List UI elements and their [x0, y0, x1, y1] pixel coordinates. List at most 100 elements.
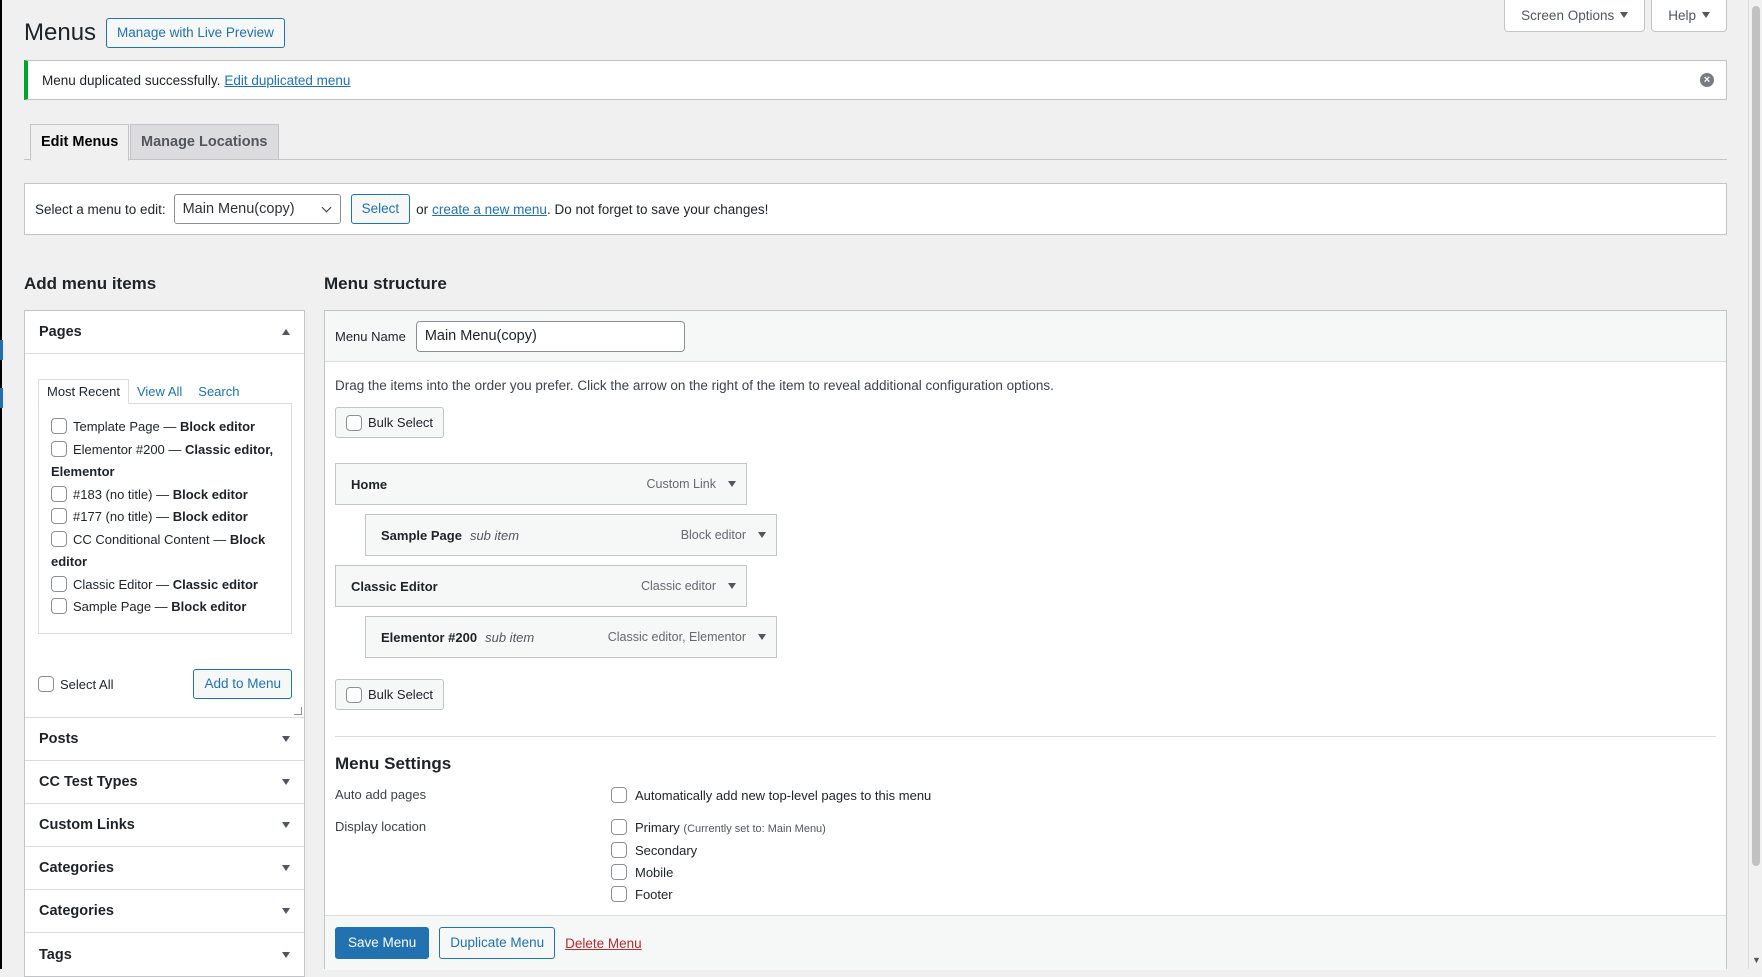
help-button[interactable]: Help: [1651, 0, 1727, 32]
menu-item-title: Classic Editor: [351, 578, 438, 594]
select-menu-button[interactable]: Select: [350, 194, 411, 224]
location-primary-checkbox[interactable]: Primary (Currently set to: Main Menu): [611, 819, 826, 835]
location-name: Secondary: [635, 843, 698, 858]
menu-item-sample-page[interactable]: Sample Page sub item Block editor: [365, 514, 777, 556]
expand-arrow-icon[interactable]: [282, 951, 290, 958]
menu-item-elementor-200[interactable]: Elementor #200 sub item Classic editor, …: [365, 616, 777, 658]
separator: —: [152, 486, 173, 502]
select-all-checkbox[interactable]: Select All: [38, 676, 113, 692]
checkbox[interactable]: [51, 485, 67, 502]
menu-item-classic-editor[interactable]: Classic Editor Classic editor: [335, 565, 747, 607]
add-to-menu-button[interactable]: Add to Menu: [193, 669, 292, 699]
scrollbar-thumb[interactable]: [1752, 6, 1760, 866]
checkbox[interactable]: [611, 787, 627, 803]
scroll-down-arrow-icon[interactable]: ▼: [1752, 955, 1761, 965]
bulk-select-top[interactable]: Bulk Select: [335, 407, 444, 438]
location-name: Footer: [635, 887, 673, 902]
expand-arrow-icon[interactable]: [282, 822, 290, 828]
expand-arrow-icon[interactable]: [282, 865, 290, 871]
checkbox[interactable]: [51, 418, 67, 434]
expand-arrow-icon[interactable]: [282, 779, 290, 785]
expand-arrow-icon[interactable]: [282, 736, 290, 742]
checkbox[interactable]: [51, 598, 67, 614]
divider: [335, 736, 1716, 737]
page-name: #177 (no title): [73, 509, 153, 524]
expand-arrow-icon[interactable]: [282, 908, 290, 914]
item-expand-arrow-icon[interactable]: [728, 481, 736, 487]
resize-handle-icon[interactable]: [294, 707, 302, 715]
page-item-classic-editor[interactable]: Classic Editor — Classic editor: [51, 574, 279, 597]
location-mobile-checkbox[interactable]: Mobile: [611, 864, 673, 880]
location-secondary-checkbox[interactable]: Secondary: [611, 842, 697, 858]
menu-item-home[interactable]: Home Custom Link: [335, 463, 747, 505]
window-edge: [0, 0, 2, 969]
delete-menu-link[interactable]: Delete Menu: [565, 936, 642, 951]
accordion-categories-header-2[interactable]: Categories: [25, 890, 304, 933]
page-item-183[interactable]: #183 (no title) — Block editor: [51, 484, 279, 507]
display-location-label: Display location: [335, 819, 427, 834]
menu-footer-actions: Save Menu Duplicate Menu Delete Menu: [325, 915, 1726, 970]
separator: —: [159, 419, 180, 434]
drag-instructions: Drag the items into the order you prefer…: [335, 378, 1054, 393]
item-expand-arrow-icon[interactable]: [758, 532, 766, 538]
page-item-elementor-200[interactable]: Elementor #200 — Classic editor, Element…: [51, 439, 279, 484]
accordion-title: Categories: [39, 860, 114, 876]
accordion-pages-header[interactable]: Pages: [25, 311, 304, 354]
menu-select-dropdown[interactable]: Main Menu(copy): [173, 194, 341, 224]
accordion-categories-header[interactable]: Categories: [25, 847, 304, 890]
checkbox[interactable]: [51, 575, 67, 592]
notice-text: Menu duplicated successfully.: [42, 72, 221, 88]
checkbox[interactable]: [611, 864, 627, 880]
bulk-select-bottom[interactable]: Bulk Select: [335, 679, 444, 710]
checkbox[interactable]: [611, 842, 627, 858]
checkbox[interactable]: [51, 530, 67, 547]
edit-duplicated-menu-link[interactable]: Edit duplicated menu: [224, 73, 350, 88]
menu-item-title: Elementor #200: [381, 629, 478, 645]
page-item-177[interactable]: #177 (no title) — Block editor: [51, 506, 279, 529]
tab-manage-locations[interactable]: Manage Locations: [130, 124, 279, 160]
item-expand-arrow-icon[interactable]: [758, 634, 766, 640]
accordion-posts-header[interactable]: Posts: [25, 718, 304, 761]
bulk-select-label: Bulk Select: [368, 415, 434, 430]
tab-most-recent[interactable]: Most Recent: [38, 379, 129, 404]
menu-name-input[interactable]: Main Menu(copy): [415, 320, 685, 352]
duplicate-menu-button[interactable]: Duplicate Menu: [439, 927, 556, 959]
live-preview-button[interactable]: Manage with Live Preview: [106, 18, 285, 48]
accordion-cc-test-types-header[interactable]: CC Test Types: [25, 761, 304, 804]
add-menu-items-heading: Add menu items: [24, 274, 157, 293]
checkbox[interactable]: [51, 440, 67, 457]
success-notice: Menu duplicated successfully. Edit dupli…: [24, 60, 1727, 100]
caret-down-icon: [1702, 12, 1710, 18]
create-new-menu-link[interactable]: create a new menu: [432, 202, 547, 217]
auto-add-pages-checkbox[interactable]: Automatically add new top-level pages to…: [611, 787, 931, 803]
admin-menu-indicator: [0, 340, 3, 360]
checkbox[interactable]: [611, 819, 627, 835]
tab-search[interactable]: Search: [190, 380, 247, 403]
item-expand-arrow-icon[interactable]: [728, 583, 736, 589]
menu-settings-heading: Menu Settings: [335, 754, 452, 773]
checkbox[interactable]: [51, 508, 67, 524]
screen-options-label: Screen Options: [1521, 7, 1615, 23]
accordion-tags-header[interactable]: Tags: [25, 933, 304, 976]
save-menu-button[interactable]: Save Menu: [335, 927, 430, 959]
screen-options-button[interactable]: Screen Options: [1504, 0, 1646, 32]
page-item-cc-conditional-content[interactable]: CC Conditional Content — Block editor: [51, 529, 279, 574]
menu-item-title: Home: [351, 476, 388, 492]
collapse-arrow-icon[interactable]: [282, 329, 290, 335]
tab-edit-menus[interactable]: Edit Menus: [30, 124, 130, 161]
tab-view-all[interactable]: View All: [129, 380, 190, 403]
checkbox[interactable]: [38, 676, 54, 692]
dismiss-icon[interactable]: ×: [1700, 73, 1714, 87]
page-scrollbar[interactable]: ▼: [1748, 0, 1762, 969]
auto-add-option-label: Automatically add new top-level pages to…: [635, 788, 932, 803]
checkbox[interactable]: [346, 414, 362, 431]
checkbox[interactable]: [611, 886, 627, 902]
checkbox[interactable]: [346, 686, 362, 703]
accordion-title: Tags: [39, 946, 72, 963]
accordion-custom-links-header[interactable]: Custom Links: [25, 804, 304, 847]
page-item-template-page[interactable]: Template Page — Block editor: [51, 416, 279, 439]
location-footer-checkbox[interactable]: Footer: [611, 886, 673, 902]
page-item-sample-page[interactable]: Sample Page — Block editor: [51, 596, 279, 619]
page-name: Sample Page: [73, 599, 152, 614]
page-type: Block editor: [171, 599, 247, 614]
